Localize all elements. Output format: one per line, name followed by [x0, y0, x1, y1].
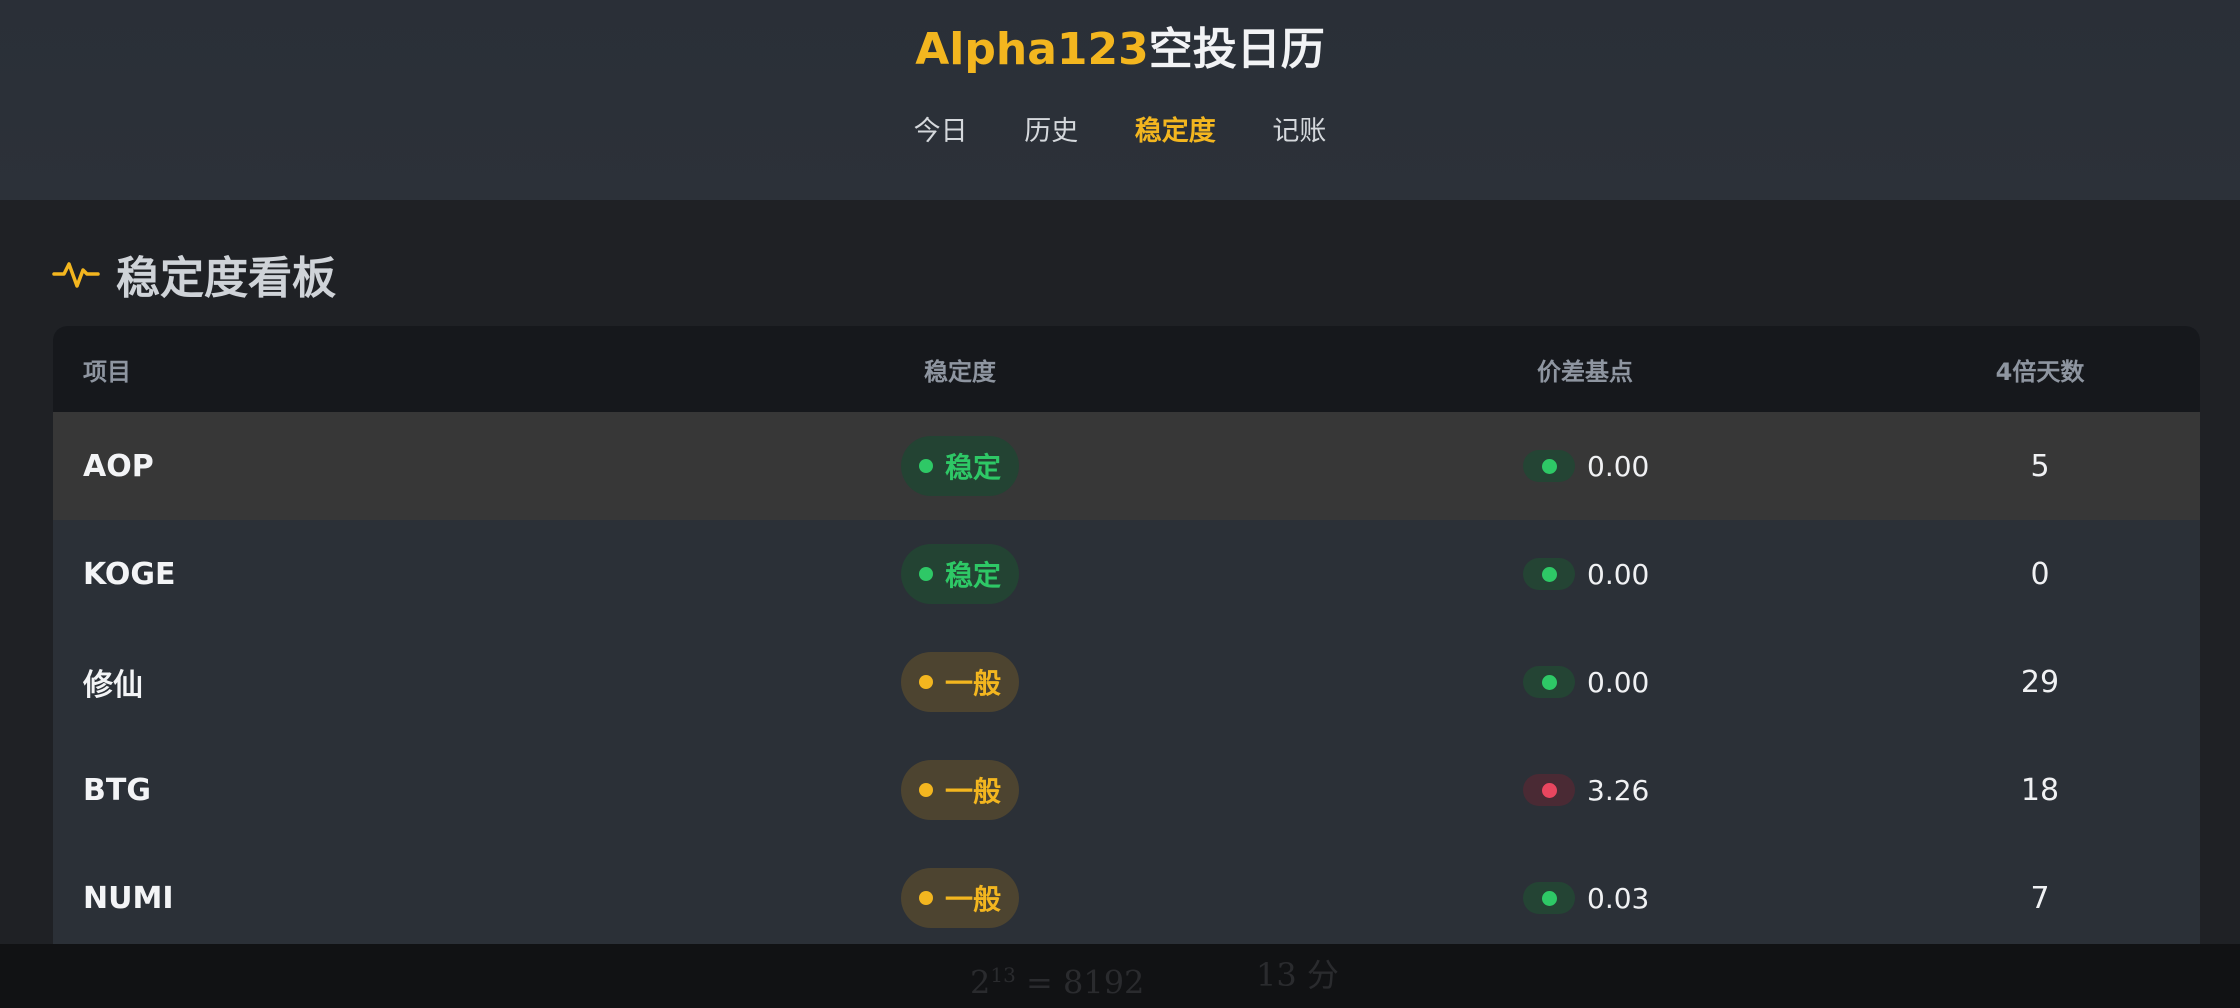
spread-status-icon — [1523, 558, 1575, 590]
main-nav: 今日 历史 稳定度 记账 — [0, 108, 2240, 156]
stability-badge: 一般 — [900, 652, 1019, 712]
status-dot-icon — [918, 567, 933, 581]
stability-label: 一般 — [944, 667, 1001, 700]
formula-exponent: 13 — [990, 963, 1016, 987]
stability-badge: 稳定 — [900, 436, 1019, 496]
project-name: NUMI — [83, 880, 174, 916]
spread-value: 0.00 — [1587, 665, 1650, 699]
stability-label: 一般 — [944, 883, 1001, 916]
status-dot-icon — [918, 891, 933, 905]
app-brand[interactable]: Alpha123空投日历 — [0, 20, 2240, 80]
stability-label: 稳定 — [944, 451, 1001, 484]
bottom-overlay-bar: 213 = 8192 13 分 — [0, 944, 2240, 1008]
days-value: 18 — [2020, 772, 2060, 808]
spread-status-icon — [1523, 882, 1575, 914]
formula-result: = 8192 — [1015, 963, 1145, 1002]
spread-value: 3.26 — [1587, 773, 1650, 807]
nav-stability[interactable]: 稳定度 — [1135, 108, 1216, 156]
stability-label: 一般 — [944, 775, 1001, 808]
project-name: AOP — [83, 448, 154, 484]
table-header: 项目 稳定度 价差基点 4倍天数 — [53, 326, 2200, 412]
brand-title: 空投日历 — [1148, 24, 1325, 75]
spread-value: 0.00 — [1587, 557, 1650, 591]
formula-base: 2 — [970, 963, 991, 1002]
project-name: 修仙 — [83, 668, 143, 703]
table-row[interactable]: 修仙 一般 0.00 29 — [53, 628, 2200, 736]
col-days: 4倍天数 — [1995, 357, 2085, 386]
nav-today[interactable]: 今日 — [914, 108, 968, 156]
formula-text: 213 = 8192 — [970, 950, 1144, 1008]
days-value: 7 — [2030, 880, 2050, 916]
days-value: 5 — [2030, 448, 2050, 484]
stability-label: 稳定 — [944, 559, 1001, 592]
stability-badge: 稳定 — [900, 544, 1019, 604]
spread-value: 0.03 — [1587, 881, 1650, 915]
section-title: 稳定度看板 — [52, 244, 336, 304]
project-name: KOGE — [83, 556, 176, 592]
status-dot-icon — [918, 675, 933, 689]
spread-status-icon — [1523, 666, 1575, 698]
stability-badge: 一般 — [900, 760, 1019, 820]
section-title-text: 稳定度看板 — [116, 253, 336, 304]
table-row[interactable]: KOGE 稳定 0.00 0 — [53, 520, 2200, 628]
table-row[interactable]: BTG 一般 3.26 18 — [53, 736, 2200, 844]
col-stability: 稳定度 — [924, 357, 996, 386]
table-row[interactable]: NUMI 一般 0.03 7 — [53, 844, 2200, 952]
stability-table: 项目 稳定度 价差基点 4倍天数 AOP 稳定 0.00 5 KOGE 稳定 0… — [53, 326, 2200, 1008]
status-dot-icon — [918, 459, 933, 473]
brand-accent: Alpha123 — [915, 24, 1149, 75]
col-spread: 价差基点 — [1537, 357, 1633, 386]
top-header: Alpha123空投日历 今日 历史 稳定度 记账 — [0, 0, 2240, 200]
activity-icon — [52, 262, 100, 288]
nav-history[interactable]: 历史 — [1024, 108, 1078, 156]
days-value: 0 — [2030, 556, 2050, 592]
time-text: 13 分 — [1256, 956, 1339, 994]
col-project: 项目 — [83, 357, 131, 386]
spread-status-icon — [1523, 450, 1575, 482]
nav-accounting[interactable]: 记账 — [1272, 108, 1326, 156]
stability-badge: 一般 — [900, 868, 1019, 928]
status-dot-icon — [918, 783, 933, 797]
spread-value: 0.00 — [1587, 449, 1650, 483]
spread-status-icon — [1523, 774, 1575, 806]
table-row[interactable]: AOP 稳定 0.00 5 — [53, 412, 2200, 520]
days-value: 29 — [2020, 664, 2060, 700]
project-name: BTG — [83, 772, 151, 808]
